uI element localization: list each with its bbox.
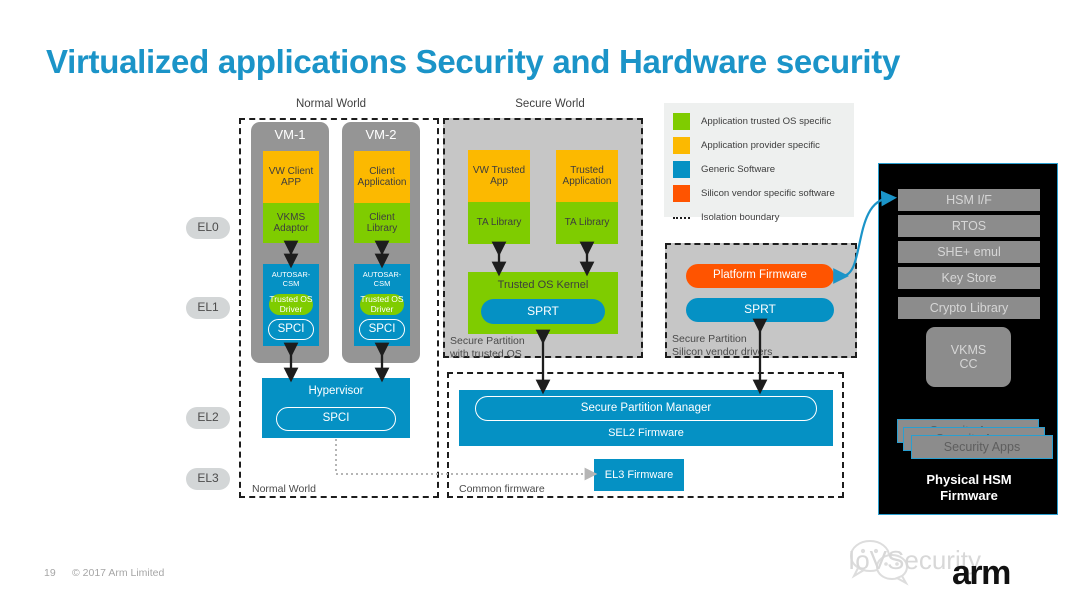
el-label: EL3 xyxy=(197,471,219,486)
hypervisor-block: Hypervisor SPCI xyxy=(262,378,410,438)
normal-world-footer-label: Normal World xyxy=(252,483,316,495)
el-label: EL2 xyxy=(197,410,219,425)
hsm-bar-she-emul: SHE+ emul xyxy=(898,241,1040,263)
vm1-library-block: VKMS Adaptor xyxy=(263,203,319,243)
legend-label: Isolation boundary xyxy=(701,212,780,223)
vm1-csm-label: AUTOSAR- CSM xyxy=(271,270,311,288)
legend-swatch-amber xyxy=(673,137,690,154)
hypervisor-title: Hypervisor xyxy=(308,385,364,398)
vm1-spci: SPCI xyxy=(268,319,314,340)
legend-label: Application provider specific xyxy=(701,140,820,151)
hsm-bar-key-store: Key Store xyxy=(898,267,1040,289)
legend-item-silicon: Silicon vendor specific software xyxy=(673,183,854,204)
legend-label: Silicon vendor specific software xyxy=(701,188,835,199)
secure-partition-silicon-caption: Secure Partition Silicon vendor drivers xyxy=(672,333,773,359)
sel2-firmware-block: Secure Partition Manager SEL2 Firmware xyxy=(459,390,833,446)
vm2-library-block: Client Library xyxy=(354,203,410,243)
legend-label: Generic Software xyxy=(701,164,776,175)
el3-firmware-block: EL3 Firmware xyxy=(594,459,684,491)
hsm-footer-label: Physical HSM Firmware xyxy=(926,471,1012,503)
hsm-vkms-cc-block: VKMS CC xyxy=(926,327,1011,387)
trusted-os-kernel-label: Trusted OS Kernel xyxy=(497,278,589,291)
secure-partition-trusted-os-caption: Secure Partition with trusted OS xyxy=(450,335,525,361)
exception-level-el2: EL2 xyxy=(186,407,230,429)
el-label: EL0 xyxy=(197,220,219,235)
ta-library-block-2: TA Library xyxy=(556,202,618,244)
vm1-autosar-csm-block: AUTOSAR- CSM Trusted OS Driver SPCI xyxy=(263,264,319,346)
vm2-app-block: Client Application xyxy=(354,151,410,203)
vm2-csm-label: AUTOSAR- CSM xyxy=(362,270,402,288)
copyright-text: © 2017 Arm Limited xyxy=(72,567,165,579)
page-number: 19 xyxy=(44,567,56,579)
el-label: EL1 xyxy=(197,300,219,315)
vm2-spci: SPCI xyxy=(359,319,405,340)
trusted-os-kernel-block: Trusted OS Kernel SPRT xyxy=(468,272,618,334)
platform-firmware-block: Platform Firmware xyxy=(686,264,834,288)
page-title: Virtualized applications Security and Ha… xyxy=(46,43,901,80)
dotted-line-icon xyxy=(673,209,690,226)
ta-library-block-1: TA Library xyxy=(468,202,530,244)
legend-item-provider: Application provider specific xyxy=(673,135,854,156)
vm2-autosar-csm-block: AUTOSAR- CSM Trusted OS Driver SPCI xyxy=(354,264,410,346)
legend-panel: Application trusted OS specific Applicat… xyxy=(664,103,854,223)
slide-canvas: Virtualized applications Security and Ha… xyxy=(0,0,1080,608)
sel2-firmware-label: SEL2 Firmware xyxy=(608,426,684,439)
legend-swatch-blue xyxy=(673,161,690,178)
exception-level-el0: EL0 xyxy=(186,217,230,239)
trusted-application-block: Trusted Application xyxy=(556,150,618,202)
secure-world-header: Secure World xyxy=(515,98,585,111)
vw-trusted-app-block: VW Trusted App xyxy=(468,150,530,202)
hsm-bar-crypto-library: Crypto Library xyxy=(898,297,1040,319)
vm1-trusted-os-driver: Trusted OS Driver xyxy=(269,293,313,315)
hypervisor-spci: SPCI xyxy=(276,407,396,431)
physical-hsm-box: HSM I/F RTOS SHE+ emul Key Store Crypto … xyxy=(878,163,1058,515)
legend-swatch-green xyxy=(673,113,690,130)
legend-item-isolation-boundary: Isolation boundary xyxy=(673,207,854,228)
legend-label: Application trusted OS specific xyxy=(701,116,832,127)
hsm-security-apps-front: Security Apps xyxy=(911,435,1053,459)
normal-world-header: Normal World xyxy=(295,98,367,111)
hsm-bar-hsm-if: HSM I/F xyxy=(898,189,1040,211)
hsm-bar-rtos: RTOS xyxy=(898,215,1040,237)
exception-level-el1: EL1 xyxy=(186,297,230,319)
trusted-os-sprt: SPRT xyxy=(481,299,605,324)
secure-partition-manager: Secure Partition Manager xyxy=(475,396,817,421)
common-firmware-footer-label: Common firmware xyxy=(459,483,545,495)
vm1-app-block: VW Client APP xyxy=(263,151,319,203)
silicon-partition-sprt: SPRT xyxy=(686,298,834,322)
arm-logo: arm xyxy=(952,554,1011,592)
exception-level-el3: EL3 xyxy=(186,468,230,490)
vm2-trusted-os-driver: Trusted OS Driver xyxy=(360,293,404,315)
legend-swatch-orange xyxy=(673,185,690,202)
vm-title-2: VM-2 xyxy=(365,126,397,142)
vm-title-1: VM-1 xyxy=(274,126,306,142)
legend-item-trusted-os: Application trusted OS specific xyxy=(673,111,854,132)
legend-item-generic: Generic Software xyxy=(673,159,854,180)
